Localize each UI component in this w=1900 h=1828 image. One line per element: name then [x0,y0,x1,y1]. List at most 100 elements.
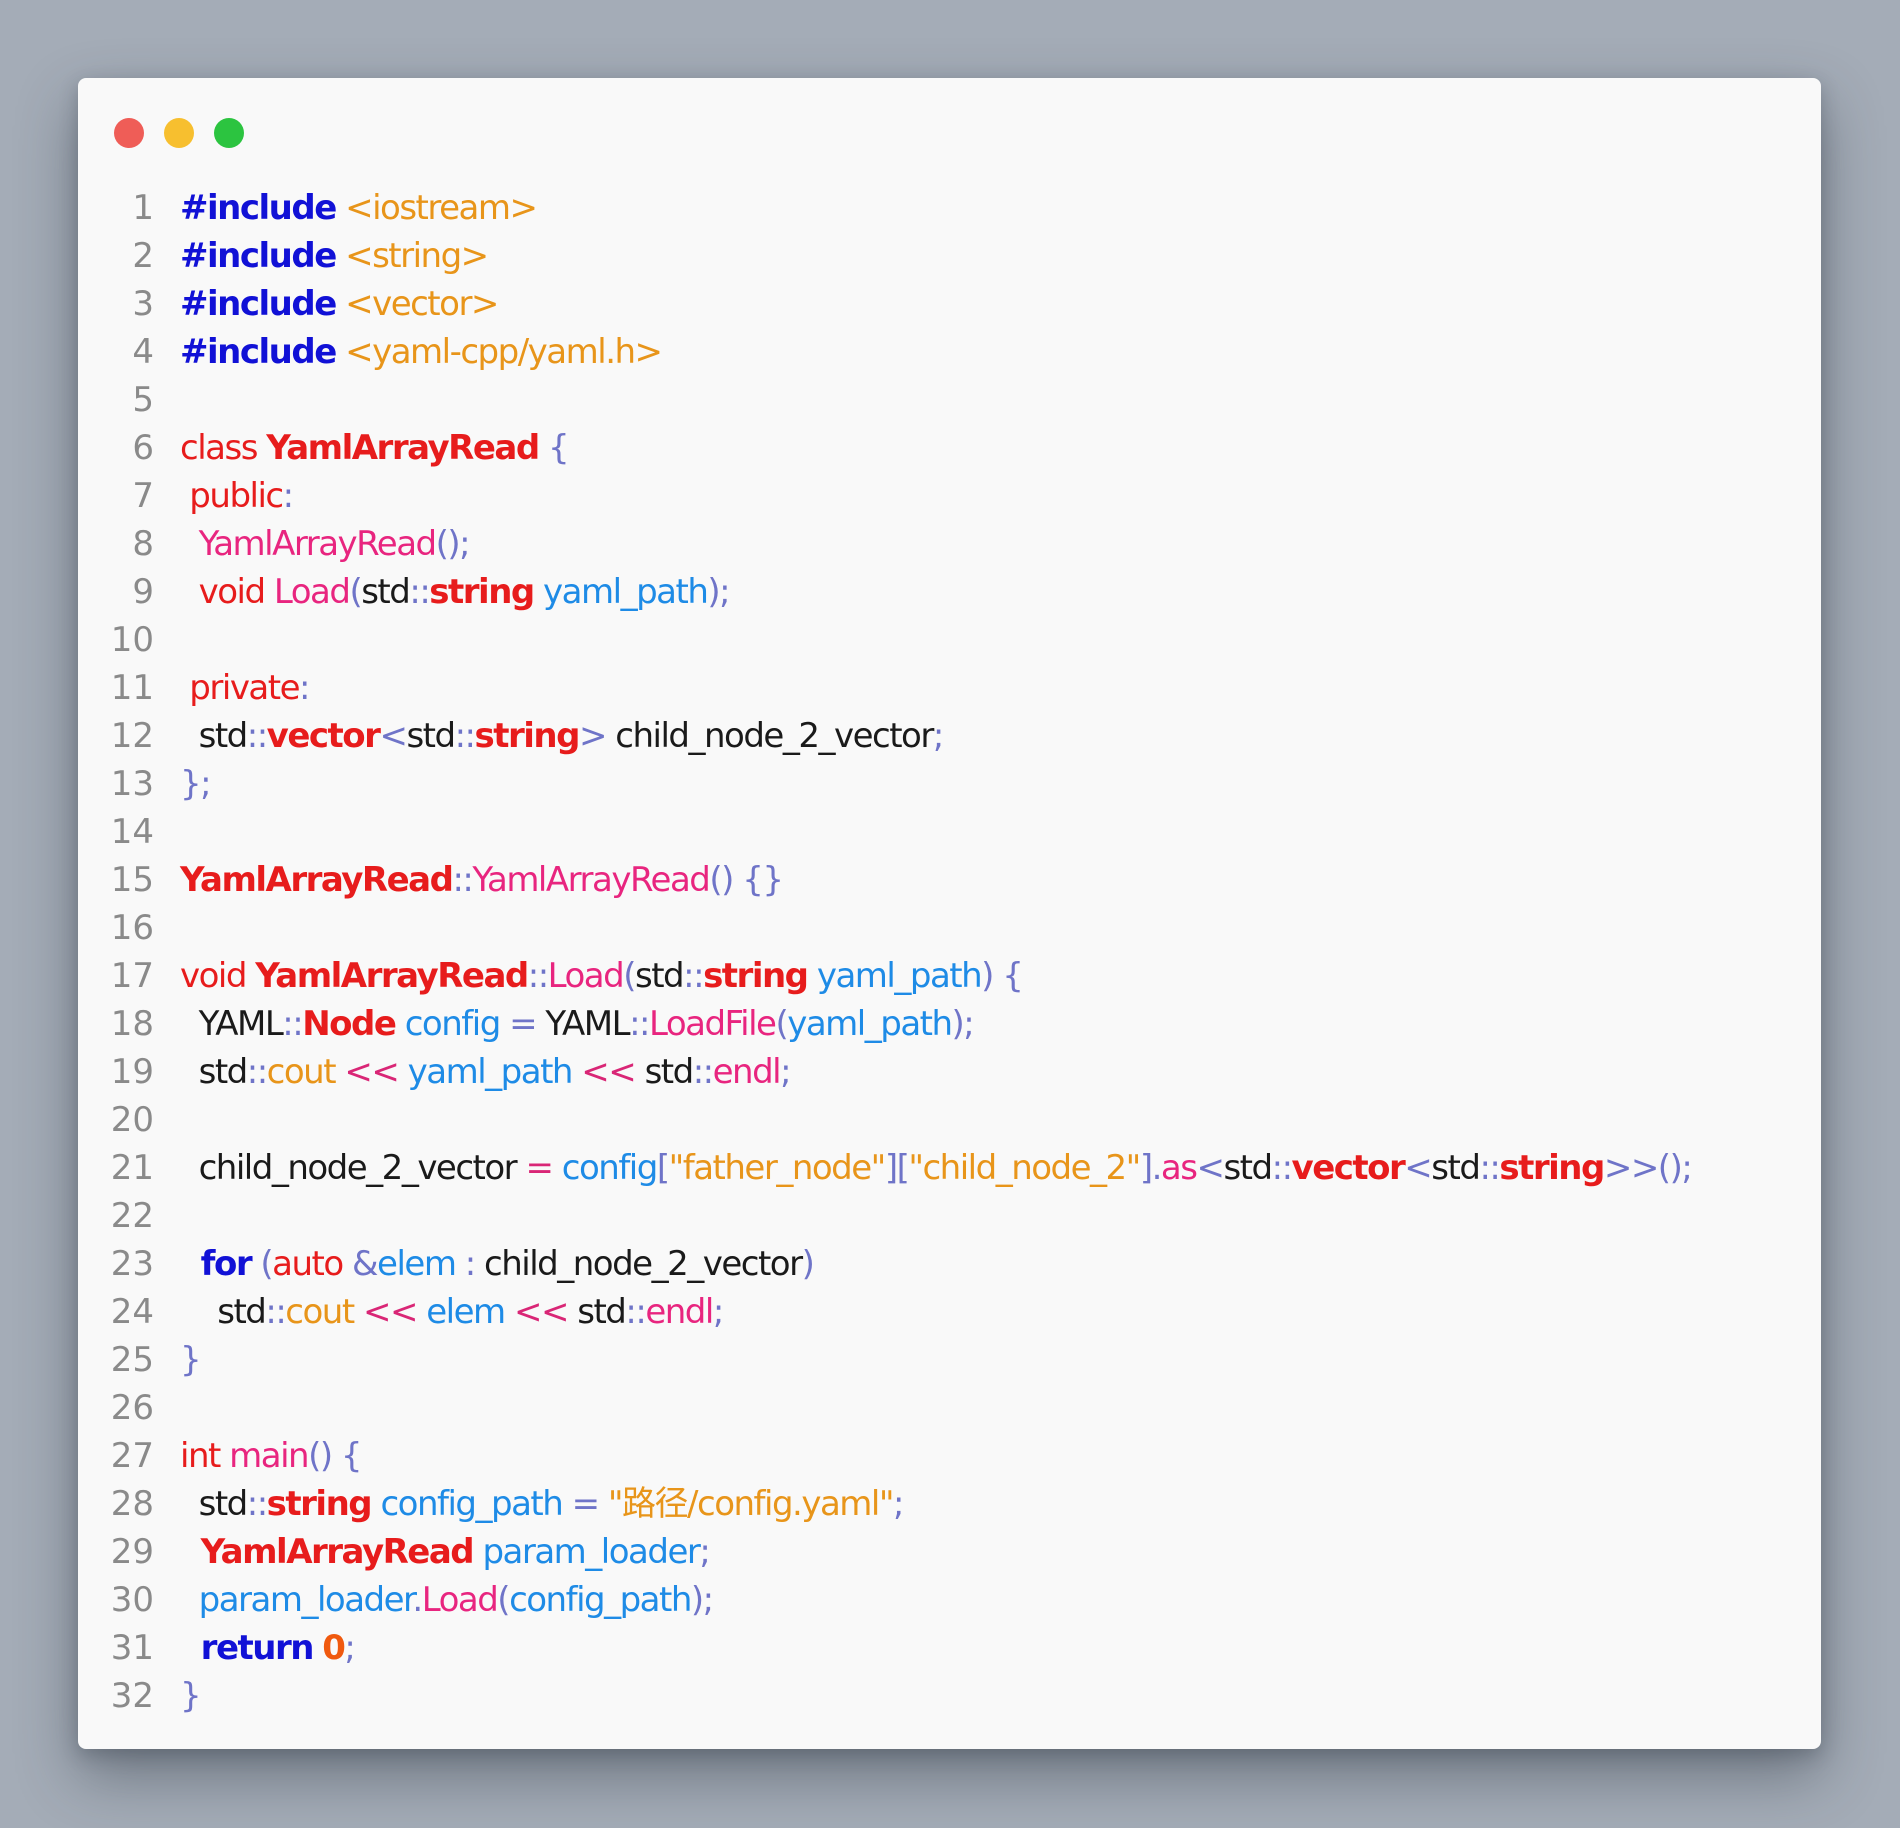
code-token: cout [285,1292,355,1332]
line-number: 18 [110,1004,154,1044]
code-token: : [299,668,310,708]
close-button[interactable] [114,118,144,148]
code-line: 6 class YamlArrayRead { [78,424,1821,472]
code-line: 25} [78,1336,1821,1384]
code-token: :: [452,860,473,900]
line-number: 2 [132,236,154,276]
code-token: elem [426,1292,506,1332]
code-token: std [644,1052,695,1092]
code-text: private: [180,664,310,712]
line-number: 4 [132,332,154,372]
code-token: < [1404,1148,1433,1188]
code-token: YamlArrayRead [266,428,540,468]
code-text: int main() { [180,1432,363,1480]
code-token: void [180,572,274,612]
code-token: }; [180,764,212,804]
line-number: 19 [110,1052,154,1092]
code-token: ); [707,572,730,612]
code-text: void Load(std::string yaml_path); [180,568,731,616]
code-token: include [207,188,337,228]
code-token: = [516,1148,562,1188]
code-token: ; [780,1052,791,1092]
code-text: std::vector<std::string> child_node_2_ve… [180,712,945,760]
line-number: 11 [110,668,154,708]
code-token: ); [951,1004,975,1044]
code-line: 3 #include <vector> [78,280,1821,328]
code-line: 17 void YamlArrayRead::Load(std::string y… [78,952,1821,1000]
code-token: ) [801,1244,815,1284]
code-token: . [412,1580,423,1620]
line-number: 29 [110,1532,154,1572]
code-token: :: [246,1484,268,1524]
code-token: include [207,236,337,276]
code-token: config_path [509,1580,692,1620]
code-token: (); [435,524,471,564]
code-window: 1 #include <iostream> 2 #include <string> 3 #… [78,78,1821,1749]
code-token: = [499,1004,546,1044]
code-token: param_loader [180,1580,414,1620]
code-token: yaml_path [807,956,983,996]
code-token: cout [266,1052,337,1092]
code-token: :: [683,956,704,996]
code-token: child_node_2_vector [484,1244,803,1284]
code-token: ; [932,716,944,756]
code-token: private [180,668,300,708]
code-text: public: [180,472,294,520]
code-token: : [455,1244,485,1284]
code-token: :: [265,1292,286,1332]
code-token: public [180,476,284,516]
line-number: 13 [110,764,154,804]
code-token: return [180,1628,315,1668]
minimize-button[interactable] [164,118,194,148]
code-token: ; [893,1484,904,1524]
code-editor[interactable]: 1 #include <iostream> 2 #include <string> 3 #… [78,184,1821,1720]
code-token: # [180,332,209,372]
code-line: 7 public: [78,472,1821,520]
code-text: for (auto &elem : child_node_2_vector) [180,1240,815,1288]
code-line: 23 for (auto &elem : child_node_2_vector… [78,1240,1821,1288]
code-token: yaml_path [407,1052,574,1092]
code-token: ]. [1139,1148,1163,1188]
code-token: YAML [180,1004,284,1044]
line-number: 10 [110,620,154,660]
code-token: ; [699,1532,710,1572]
code-token: >>(); [1603,1148,1693,1188]
code-token: ( [251,1244,273,1284]
code-text: #include <vector> [180,280,499,328]
code-text: return 0; [180,1624,356,1672]
code-text: #include <iostream> [180,184,538,232]
code-token: < [1196,1148,1225,1188]
code-token: ; [712,1292,724,1332]
code-token: :: [409,572,430,612]
code-line: 4 #include <yaml-cpp/yaml.h> [78,328,1821,376]
code-token: string [474,716,581,756]
line-number: 7 [132,476,154,516]
line-number: 25 [110,1340,154,1380]
code-token: () {} [709,860,784,900]
line-number: 8 [132,524,154,564]
code-line: 28 std::string config_path = "路径/config.… [78,1480,1821,1528]
code-line: 29 YamlArrayRead param_loader; [78,1528,1821,1576]
code-token: << [353,1292,427,1332]
code-token: } [180,1676,202,1716]
code-token: std [1431,1148,1481,1188]
code-text: std::cout << elem << std::endl; [180,1288,724,1336]
code-token: :: [246,716,268,756]
code-line: 14 [78,808,1821,856]
code-token: = [562,1484,608,1524]
code-token: std [406,716,456,756]
zoom-button[interactable] [214,118,244,148]
code-token: endl [712,1052,782,1092]
code-token: string [1499,1148,1605,1188]
code-line: 1 #include <iostream> [78,184,1821,232]
code-token: Load [547,956,625,996]
code-token: std [635,956,685,996]
code-token: YamlArrayRead [180,524,437,564]
code-token: "child_node_2" [908,1148,1141,1188]
code-token: class [180,428,267,468]
line-number: 14 [110,812,154,852]
line-number: 24 [110,1292,154,1332]
code-token: config [561,1148,659,1188]
code-text: param_loader.Load(config_path); [180,1576,715,1624]
code-token: std [180,1052,249,1092]
